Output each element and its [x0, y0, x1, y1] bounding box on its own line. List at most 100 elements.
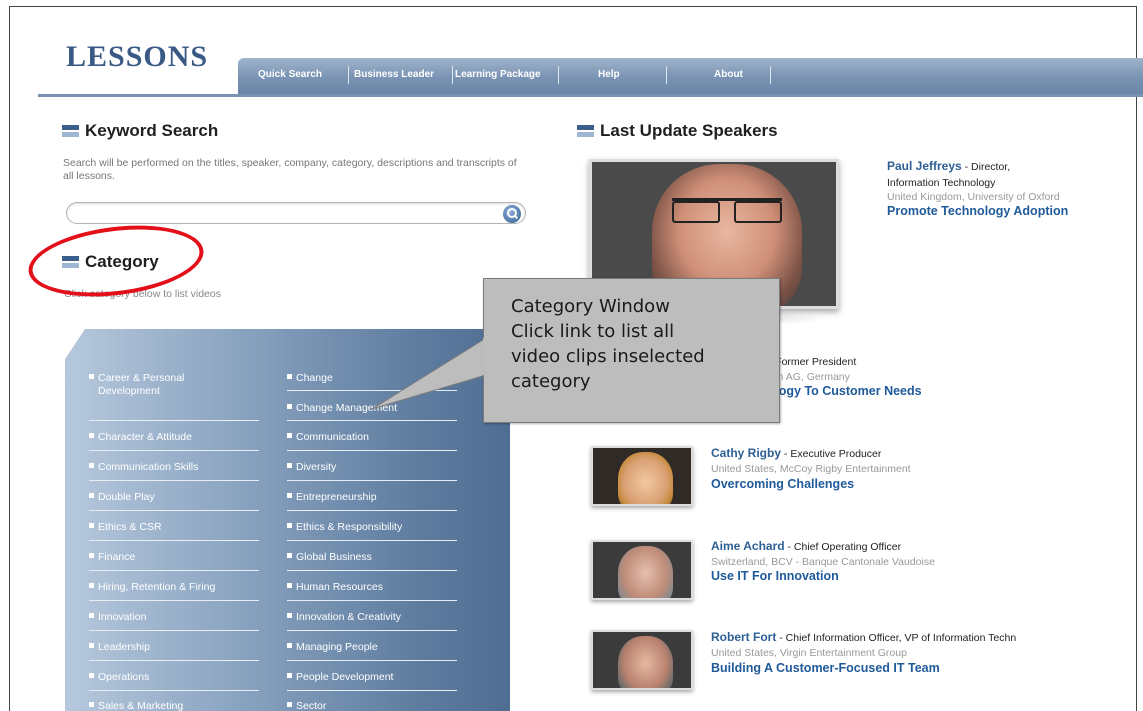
category-label: Entrepreneurship	[296, 491, 377, 503]
bullet-icon	[89, 702, 94, 707]
category-career-personal-development[interactable]: Career & Personal Development	[89, 372, 208, 398]
callout-line: Click link to list all	[511, 321, 675, 342]
speaker-thumb-rigby[interactable]	[591, 446, 693, 506]
category-hiring-retention-firing[interactable]: Hiring, Retention & Firing	[89, 581, 215, 594]
category-label: Operations	[98, 671, 150, 683]
speaker-name[interactable]: Aime Achard	[711, 539, 785, 553]
category-label: Human Resources	[296, 581, 383, 593]
category-label: Change Management	[296, 402, 397, 414]
bullet-icon	[89, 643, 94, 648]
category-divider	[89, 450, 259, 451]
category-label: Ethics & CSR	[98, 521, 162, 533]
featured-speaker-name[interactable]: Paul Jeffreys	[887, 159, 962, 173]
category-entrepreneurship[interactable]: Entrepreneurship	[287, 491, 377, 504]
speakers-title: Last Update Speakers	[600, 121, 778, 140]
category-divider	[287, 420, 457, 421]
category-innovation-creativity[interactable]: Innovation & Creativity	[287, 611, 401, 624]
bullet-icon	[287, 643, 292, 648]
category-label: Global Business	[296, 551, 372, 563]
category-label: People Development	[296, 671, 394, 683]
category-label: Leadership	[98, 641, 150, 653]
speaker-heading-fort: Robert Fort - Chief Information Officer,…	[711, 631, 1016, 645]
nav-business-leader[interactable]: Business Leader	[354, 69, 434, 80]
bullet-icon	[89, 523, 94, 528]
category-people-development[interactable]: People Development	[287, 671, 393, 684]
category-divider	[287, 600, 457, 601]
featured-speaker-lesson[interactable]: Promote Technology Adoption	[887, 205, 1068, 218]
nav-learning-package[interactable]: Learning Package	[455, 69, 541, 80]
site-logo[interactable]: LESSONS	[66, 40, 208, 74]
category-sector[interactable]: Sector	[287, 700, 326, 711]
callout-line: video clips inselected	[511, 346, 705, 367]
category-divider	[287, 480, 457, 481]
category-change-management[interactable]: Change Management	[287, 402, 397, 415]
speaker-lesson[interactable]: Building A Customer-Focused IT Team	[711, 662, 940, 675]
category-innovation[interactable]: Innovation	[89, 611, 146, 624]
category-finance[interactable]: Finance	[89, 551, 135, 564]
category-divider	[287, 390, 457, 391]
bullet-icon	[287, 553, 292, 558]
nav-help[interactable]: Help	[598, 69, 620, 80]
nav-about[interactable]: About	[714, 69, 743, 80]
category-label: Sector	[296, 700, 327, 711]
category-leadership[interactable]: Leadership	[89, 641, 150, 654]
nav-separator	[666, 66, 667, 84]
speaker-face	[618, 546, 673, 598]
category-ethics-responsibility[interactable]: Ethics & Responsibility	[287, 521, 402, 534]
category-label: Innovation	[98, 611, 147, 623]
category-divider	[89, 570, 259, 571]
bullet-icon	[89, 493, 94, 498]
category-divider	[89, 690, 259, 691]
category-label: Change	[296, 372, 333, 384]
partial-speaker-lesson[interactable]: nology To Customer Needs	[760, 385, 922, 398]
category-managing-people[interactable]: Managing People	[287, 641, 378, 654]
featured-speaker-role: - Director,	[961, 161, 1011, 173]
speaker-lesson[interactable]: Overcoming Challenges	[711, 478, 854, 491]
bullet-icon	[287, 583, 292, 588]
category-divider	[287, 450, 457, 451]
category-sales-marketing[interactable]: Sales & Marketing	[89, 700, 183, 711]
bullet-icon	[287, 613, 292, 618]
category-label: Managing People	[296, 641, 378, 653]
speaker-role: - Chief Information Officer, VP of Infor…	[776, 632, 1017, 644]
callout-line: Category Window	[511, 296, 670, 317]
speaker-name[interactable]: Robert Fort	[711, 630, 776, 644]
category-divider	[89, 480, 259, 481]
category-global-business[interactable]: Global Business	[287, 551, 372, 564]
search-icon[interactable]	[503, 205, 521, 223]
nav-separator	[770, 66, 771, 84]
category-communication-skills[interactable]: Communication Skills	[89, 461, 198, 474]
speaker-location: United States, Virgin Entertainment Grou…	[711, 647, 907, 659]
callout-line: category	[511, 371, 591, 392]
category-diversity[interactable]: Diversity	[287, 461, 336, 474]
annotation-callout: Category Window Click link to list all v…	[483, 278, 780, 423]
section-bars-icon	[62, 125, 79, 137]
speaker-name[interactable]: Cathy Rigby	[711, 446, 781, 460]
main-nav: Quick Search Business Leader Learning Pa…	[238, 58, 1143, 94]
bullet-icon	[287, 673, 292, 678]
category-label: Ethics & Responsibility	[296, 521, 403, 533]
bullet-icon	[287, 702, 292, 707]
nav-separator	[452, 66, 453, 84]
speaker-thumb-fort[interactable]	[591, 630, 693, 690]
speaker-role: - Chief Operating Officer	[784, 541, 902, 553]
category-character-attitude[interactable]: Character & Attitude	[89, 431, 192, 444]
bullet-icon	[89, 673, 94, 678]
category-communication[interactable]: Communication	[287, 431, 369, 444]
search-input[interactable]	[66, 202, 526, 224]
category-double-play[interactable]: Double Play	[89, 491, 155, 504]
bullet-icon	[89, 374, 94, 379]
section-bars-icon	[577, 125, 594, 137]
category-divider	[287, 660, 457, 661]
speaker-role: - Executive Producer	[781, 448, 882, 460]
category-human-resources[interactable]: Human Resources	[287, 581, 383, 594]
bullet-icon	[287, 523, 292, 528]
speaker-lesson[interactable]: Use IT For Innovation	[711, 570, 839, 583]
nav-quick-search[interactable]: Quick Search	[258, 69, 322, 80]
speaker-location: United States, McCoy Rigby Entertainment	[711, 463, 911, 475]
category-divider	[287, 570, 457, 571]
speaker-thumb-achard[interactable]	[591, 540, 693, 600]
category-operations[interactable]: Operations	[89, 671, 149, 684]
category-ethics-csr[interactable]: Ethics & CSR	[89, 521, 162, 534]
category-change[interactable]: Change	[287, 372, 333, 385]
